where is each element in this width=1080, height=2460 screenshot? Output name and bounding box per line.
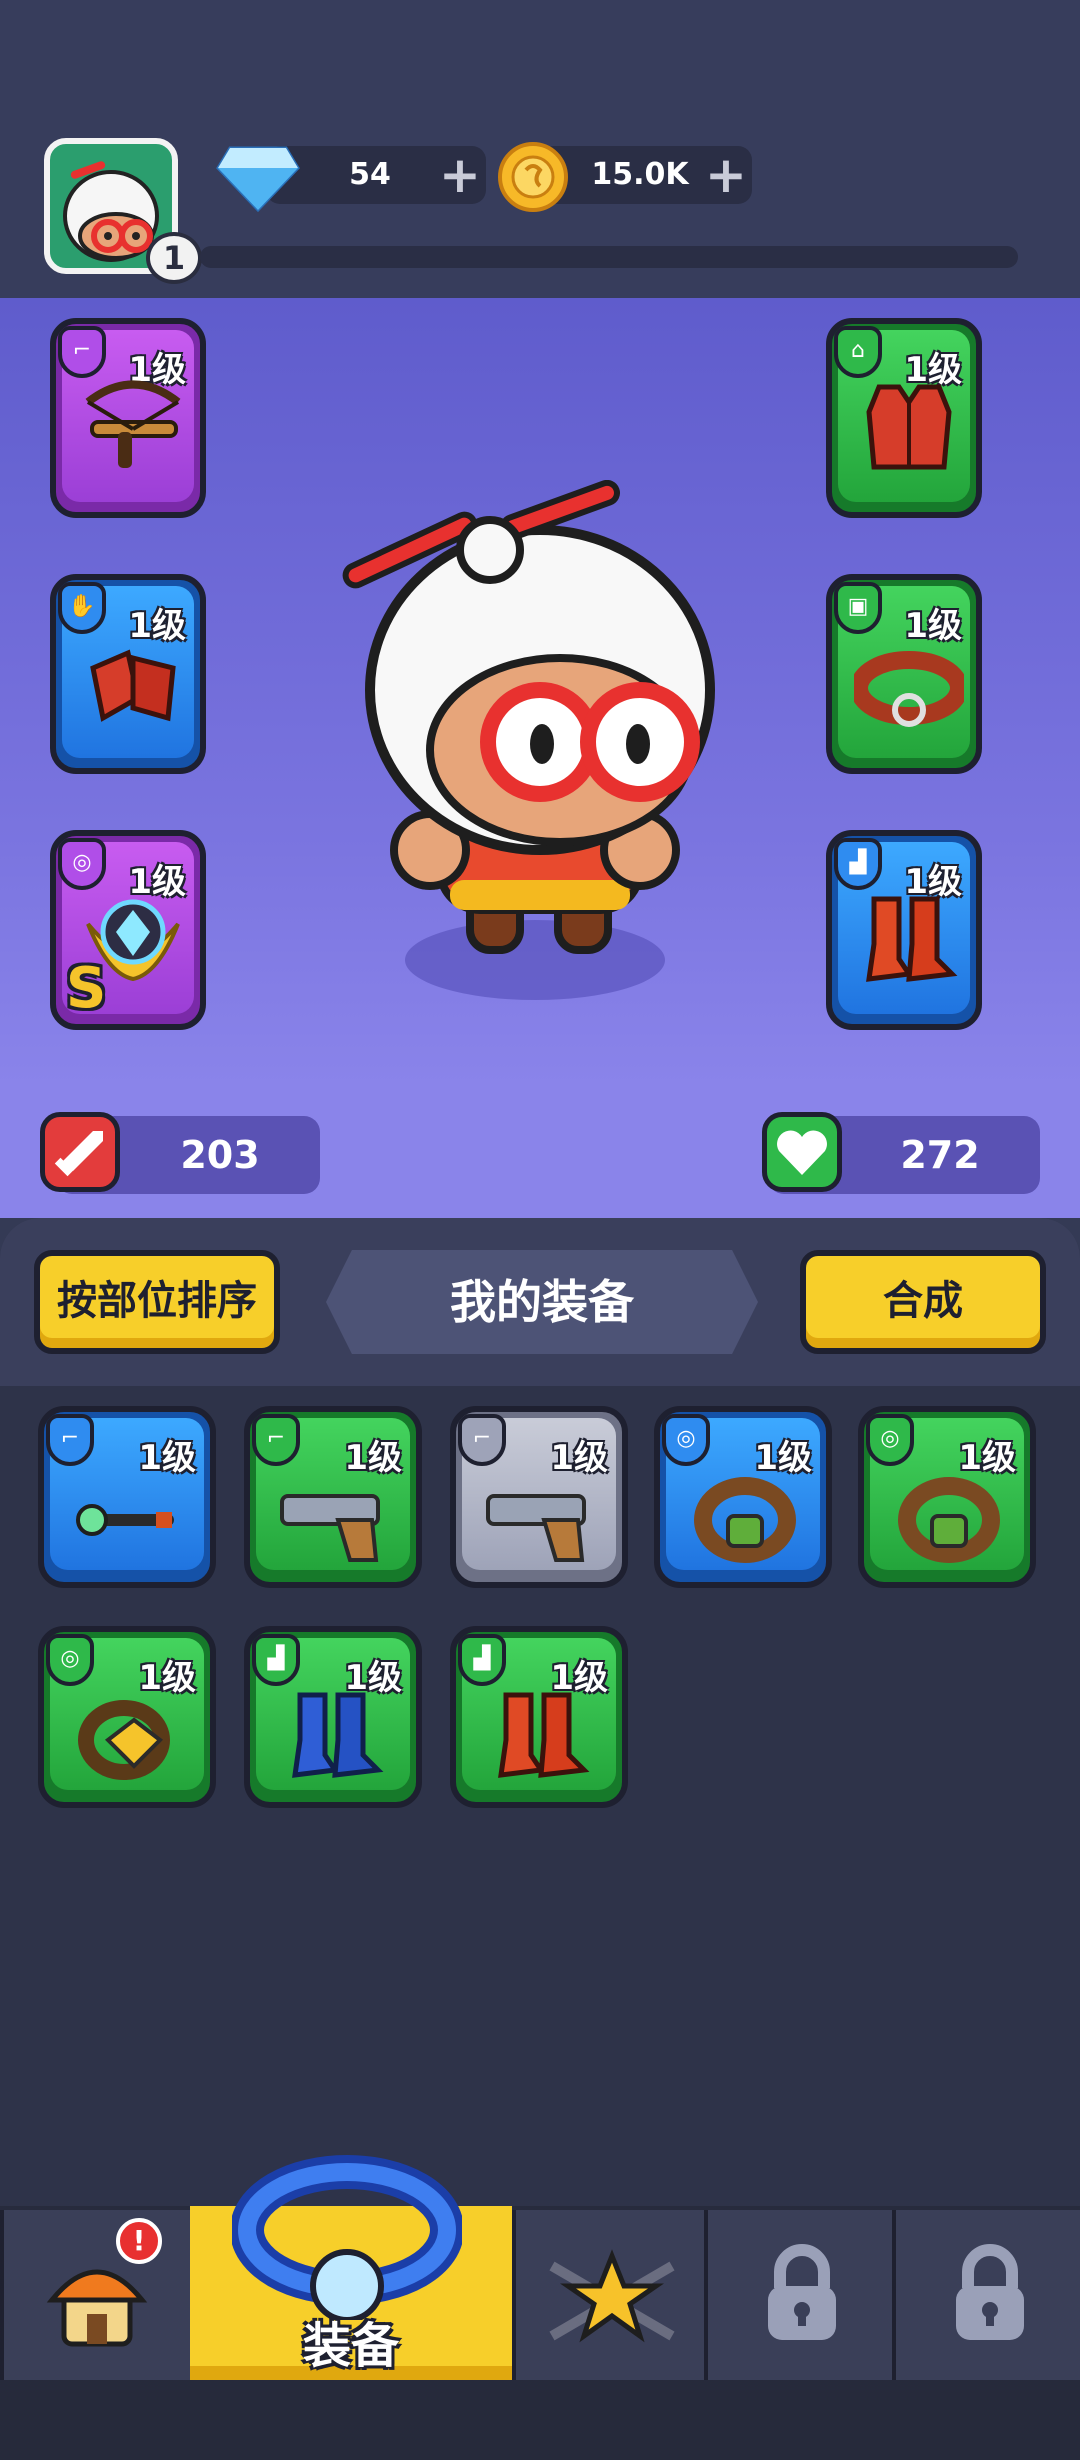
blue-boots-icon	[292, 1692, 384, 1778]
gold-count: 15.0K	[591, 157, 689, 192]
crossbow-icon	[85, 380, 181, 468]
add-gems-button[interactable]: +	[434, 146, 486, 204]
add-gold-button[interactable]: +	[700, 146, 752, 204]
gold-coin-icon	[496, 140, 570, 214]
equip-slot-accessory[interactable]: ◎ 1级 S	[50, 830, 206, 1030]
ring-icon: ◎	[58, 838, 106, 890]
sword-icon	[40, 1112, 120, 1192]
ring-icon	[230, 2150, 464, 2323]
inventory-item[interactable]: ⌐ 1级	[244, 1406, 422, 1588]
magic-wand-icon	[76, 1504, 174, 1536]
ring-icon: ◎	[46, 1634, 94, 1686]
experience-bar	[200, 246, 1018, 268]
boot-icon: ▟	[834, 838, 882, 890]
sort-by-slot-button[interactable]: 按部位排序	[34, 1250, 280, 1354]
boot-icon: ▟	[252, 1634, 300, 1686]
nav-tab-locked-1[interactable]	[704, 2210, 892, 2380]
bottom-safe-area	[0, 2380, 1080, 2460]
player-level-badge: 1	[146, 232, 202, 284]
nav-tab-locked-2[interactable]	[892, 2210, 1080, 2380]
nav-tab-shop[interactable]: !	[0, 2210, 190, 2380]
ring-item-icon	[898, 1477, 1000, 1563]
hero-character	[320, 479, 740, 1020]
gloves-icon	[90, 649, 176, 722]
lock-icon	[956, 2244, 1024, 2340]
nav-tab-talent[interactable]	[512, 2210, 704, 2380]
star-icon	[549, 2249, 675, 2343]
vest-armor-icon	[866, 384, 952, 470]
ring-item-icon	[694, 1477, 796, 1563]
pistol-icon	[486, 1494, 586, 1562]
equip-slot-gloves[interactable]: ✋ 1级	[50, 574, 206, 774]
diamond-icon	[216, 138, 300, 214]
red-boots-icon	[498, 1692, 590, 1778]
lock-icon	[768, 2244, 836, 2340]
red-boots-icon	[866, 896, 958, 982]
belt-item-icon	[854, 651, 964, 727]
equip-slot-belt[interactable]: ▣ 1级	[826, 574, 982, 774]
equip-slot-boots[interactable]: ▟ 1级	[826, 830, 982, 1030]
gem-count: 54	[349, 157, 391, 192]
gun-icon: ⌐	[458, 1414, 506, 1466]
ring-icon: ◎	[866, 1414, 914, 1466]
inventory-item[interactable]: ▟ 1级	[450, 1626, 628, 1808]
amulet-item-icon	[78, 1700, 170, 1780]
attack-value: 203	[180, 1133, 260, 1177]
inventory-title: 我的装备	[450, 1275, 634, 1329]
rarity-s-badge: S	[66, 956, 107, 1021]
inventory-item[interactable]: ⌐ 1级	[38, 1406, 216, 1588]
hand-icon: ✋	[58, 582, 106, 634]
equip-slot-weapon[interactable]: ⌐ 1级	[50, 318, 206, 518]
inventory-item[interactable]: ◎ 1级	[38, 1626, 216, 1808]
nav-tab-equipment-label: 装备	[302, 2318, 399, 2374]
heart-icon	[762, 1112, 842, 1192]
vest-icon: ⌂	[834, 326, 882, 378]
inventory-item[interactable]: ◎ 1级	[654, 1406, 832, 1588]
merge-button[interactable]: 合成	[800, 1250, 1046, 1354]
ring-icon: ◎	[662, 1414, 710, 1466]
gun-icon: ⌐	[58, 326, 106, 378]
inventory-item[interactable]: ⌐ 1级	[450, 1406, 628, 1588]
belt-icon: ▣	[834, 582, 882, 634]
gun-icon: ⌐	[252, 1414, 300, 1466]
inventory-item[interactable]: ◎ 1级	[858, 1406, 1036, 1588]
equip-slot-armor[interactable]: ⌂ 1级	[826, 318, 982, 518]
pistol-icon	[280, 1494, 380, 1562]
gun-icon: ⌐	[46, 1414, 94, 1466]
notification-badge: !	[116, 2218, 162, 2264]
inventory-item[interactable]: ▟ 1级	[244, 1626, 422, 1808]
boot-icon: ▟	[458, 1634, 506, 1686]
health-value: 272	[900, 1133, 980, 1177]
